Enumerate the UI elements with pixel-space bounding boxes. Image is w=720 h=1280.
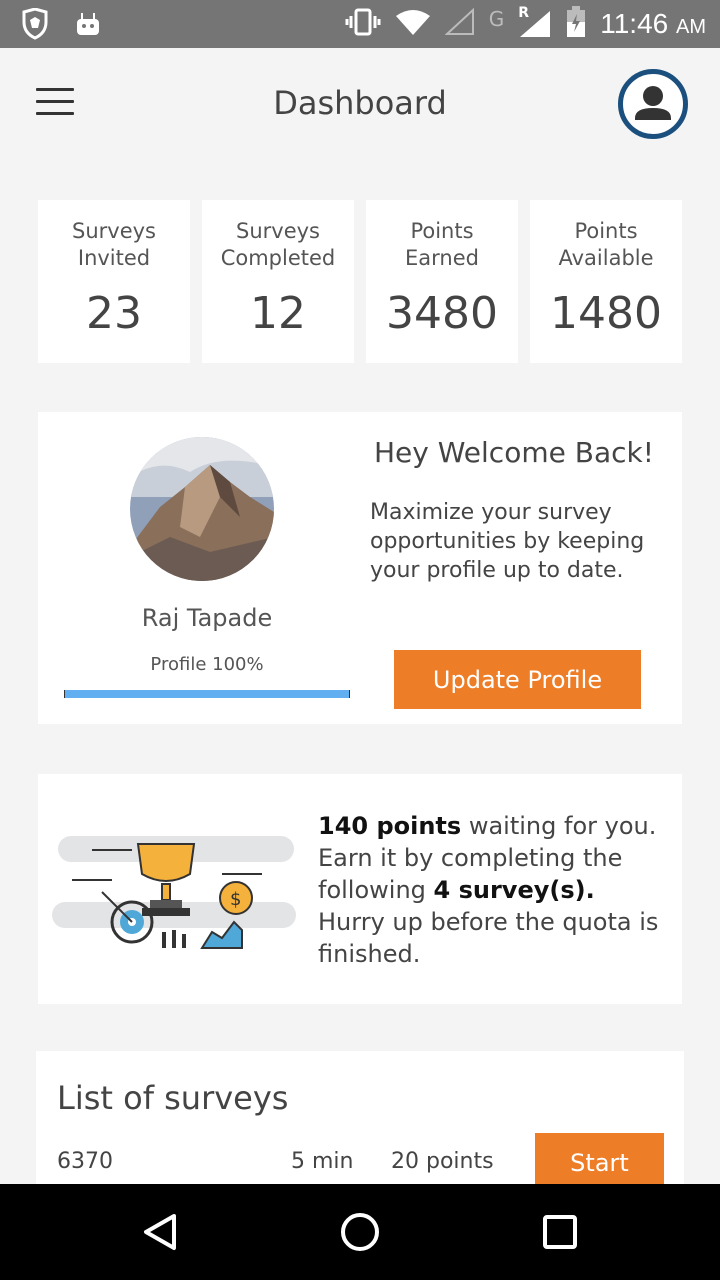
account-button[interactable] (618, 69, 688, 139)
stat-value: 3480 (386, 288, 498, 339)
profile-name: Raj Tapade (141, 604, 273, 632)
stat-label: Points Available (530, 218, 682, 272)
recents-icon[interactable] (536, 1208, 584, 1256)
svg-text:$: $ (230, 889, 241, 910)
stat-label-line2: Invited (77, 246, 151, 270)
clock-time: 11:46 (600, 8, 669, 39)
points-card: $ 140 points waiting for you. Earn it by… (38, 774, 682, 1004)
survey-row: 6370 5 min 20 points Start (36, 1133, 684, 1193)
shield-app-icon (18, 7, 52, 44)
points-text-2: Hurry up before the quota is finished. (318, 908, 659, 968)
navigation-bar (0, 1184, 720, 1280)
stat-label-line2: Completed (220, 246, 336, 270)
stat-value: 12 (250, 288, 306, 339)
clock-ampm: AM (676, 16, 706, 38)
stat-value: 1480 (550, 288, 662, 339)
survey-list-title: List of surveys (57, 1079, 289, 1117)
stat-surveys-invited: Surveys Invited 23 (38, 200, 190, 363)
points-amount: 140 points (318, 812, 462, 840)
profile-completion-label: Profile 100% (150, 654, 264, 675)
android-icon (74, 10, 102, 42)
stat-label: Points Earned (366, 218, 518, 272)
stat-value: 23 (86, 288, 142, 339)
roaming-label: R (518, 5, 529, 21)
stat-label-line1: Surveys (72, 219, 156, 243)
stat-points-earned: Points Earned 3480 (366, 200, 518, 363)
home-icon[interactable] (336, 1208, 384, 1256)
profile-photo[interactable] (130, 437, 274, 581)
welcome-title: Hey Welcome Back! (374, 436, 654, 469)
status-bar: G R 11:46 AM (0, 0, 720, 48)
network-type-label: G (488, 7, 505, 31)
stat-label: Surveys Invited (38, 218, 190, 272)
profile-card: Raj Tapade Profile 100% Hey Welcome Back… (38, 412, 682, 724)
stat-label-line1: Points (574, 219, 638, 243)
stat-points-available: Points Available 1480 (530, 200, 682, 363)
back-icon[interactable] (136, 1208, 184, 1256)
clock: 11:46 AM (600, 8, 706, 40)
stat-surveys-completed: Surveys Completed 12 (202, 200, 354, 363)
wifi-icon (395, 8, 431, 40)
stat-label-line2: Available (558, 246, 654, 270)
survey-id: 6370 (57, 1149, 113, 1174)
app-header: Dashboard (0, 48, 720, 160)
vibrate-icon (345, 8, 381, 40)
signal-empty-icon (444, 7, 475, 40)
stat-label-line1: Points (410, 219, 474, 243)
account-icon (635, 86, 671, 120)
page-title: Dashboard (273, 84, 447, 122)
survey-points: 20 points (391, 1149, 494, 1174)
surveys-count: 4 survey(s). (433, 876, 595, 904)
battery-icon (566, 6, 586, 42)
signal-icon: R (518, 5, 552, 39)
welcome-text: Maximize your survey opportunities by ke… (370, 500, 645, 583)
profile-progress-fill (65, 690, 349, 698)
trophy-illustration: $ (52, 822, 300, 956)
stat-label-line1: Surveys (236, 219, 320, 243)
survey-duration: 5 min (291, 1149, 354, 1174)
update-profile-button[interactable]: Update Profile (394, 650, 641, 709)
stat-label: Surveys Completed (202, 218, 354, 272)
profile-progress-bar (64, 690, 350, 698)
stat-label-line2: Earned (405, 246, 479, 270)
points-message: 140 points waiting for you. Earn it by c… (318, 810, 668, 970)
